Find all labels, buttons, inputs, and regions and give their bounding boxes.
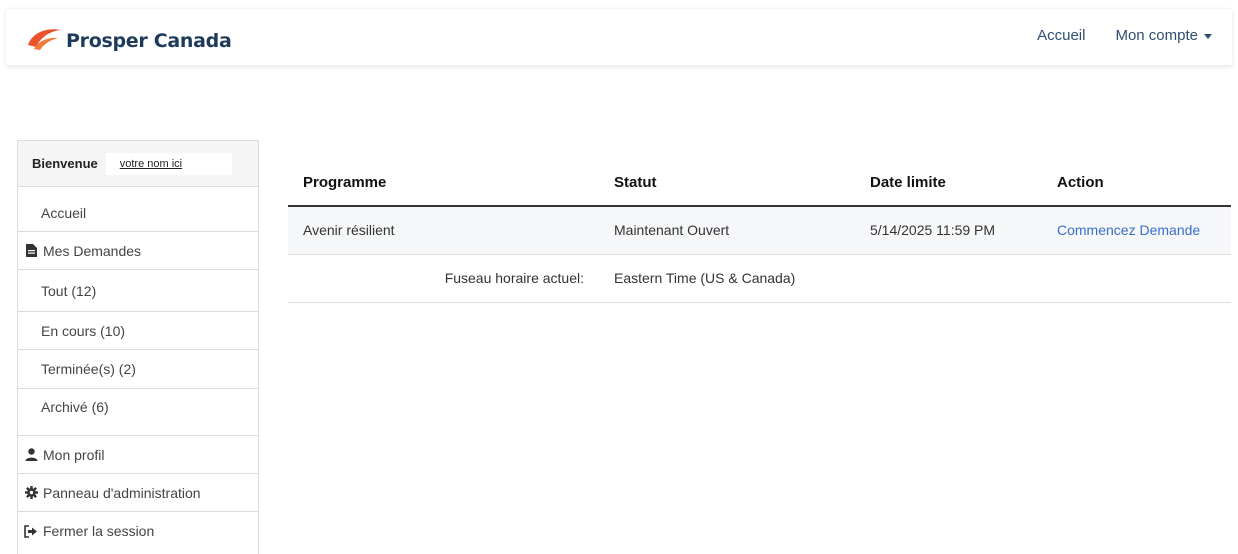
- sidebar-item-label: En cours (10): [41, 322, 126, 339]
- top-navbar: Prosper Canada Accueil Mon compte: [6, 8, 1232, 65]
- header-status: Statut: [599, 160, 855, 207]
- sidebar: Bienvenue votre nom ici Accueil Mes Dema…: [17, 140, 259, 554]
- header-deadline: Date limite: [855, 160, 1042, 207]
- cell-status: Maintenant Ouvert: [599, 206, 855, 255]
- sidebar-item-label: Fermer la session: [43, 523, 155, 539]
- sidebar-item-archived[interactable]: Archivé (6): [18, 389, 258, 436]
- cell-deadline: 5/14/2025 11:59 PM: [855, 206, 1042, 255]
- sidebar-item-all[interactable]: Tout (12): [18, 270, 258, 312]
- applications-table: Programme Statut Date limite Action Aven…: [288, 160, 1231, 303]
- sidebar-item-completed[interactable]: Terminée(s) (2): [18, 350, 258, 389]
- table-row: Avenir résilient Maintenant Ouvert 5/14/…: [288, 206, 1231, 255]
- header-action: Action: [1042, 160, 1231, 207]
- welcome-label: Bienvenue: [32, 156, 98, 171]
- brand-logo[interactable]: Prosper Canada: [26, 18, 232, 58]
- header-programme: Programme: [288, 160, 599, 207]
- sidebar-item-label: Accueil: [41, 205, 87, 221]
- sidebar-item-label: Mon profil: [43, 446, 105, 463]
- sidebar-item-label: Panneau d'administration: [43, 484, 201, 501]
- sidebar-item-profile[interactable]: Mon profil: [18, 436, 258, 474]
- sidebar-item-admin-panel[interactable]: Panneau d'administration: [18, 474, 258, 512]
- user-icon: [24, 448, 38, 462]
- user-name[interactable]: votre nom ici: [105, 152, 232, 175]
- nav-home-link[interactable]: Accueil: [1037, 27, 1085, 44]
- cell-action: Commencez Demande: [1042, 206, 1231, 255]
- sidebar-item-home[interactable]: Accueil: [18, 187, 258, 232]
- cell-programme: Avenir résilient: [288, 206, 599, 255]
- welcome-panel: Bienvenue votre nom ici: [18, 141, 258, 187]
- applications-table-container: Programme Statut Date limite Action Aven…: [288, 160, 1231, 303]
- sidebar-item-my-applications[interactable]: Mes Demandes: [18, 232, 258, 270]
- timezone-value: Eastern Time (US & Canada): [599, 254, 1231, 303]
- nav-links: Accueil Mon compte: [1037, 27, 1212, 44]
- document-icon: [24, 244, 38, 258]
- sidebar-item-label: Archivé (6): [41, 399, 109, 415]
- sign-out-icon: [24, 524, 38, 538]
- sidebar-item-sign-out[interactable]: Fermer la session: [18, 512, 258, 550]
- timezone-row: Fuseau horaire actuel: Eastern Time (US …: [288, 254, 1231, 303]
- sidebar-item-label: Mes Demandes: [43, 242, 142, 259]
- chevron-down-icon: [1204, 33, 1212, 39]
- sidebar-item-label: Terminée(s) (2): [41, 361, 136, 377]
- table-header-row: Programme Statut Date limite Action: [288, 160, 1231, 207]
- start-application-link[interactable]: Commencez Demande: [1057, 222, 1200, 238]
- account-menu[interactable]: Mon compte: [1115, 27, 1212, 44]
- brand-name: Prosper Canada: [66, 30, 232, 52]
- sidebar-item-label: Tout (12): [41, 282, 97, 299]
- prosper-leaf-icon: [28, 29, 61, 50]
- account-menu-label: Mon compte: [1115, 27, 1198, 44]
- gear-icon: [24, 486, 38, 500]
- sidebar-item-in-progress[interactable]: En cours (10): [18, 312, 258, 350]
- timezone-label: Fuseau horaire actuel:: [288, 254, 599, 303]
